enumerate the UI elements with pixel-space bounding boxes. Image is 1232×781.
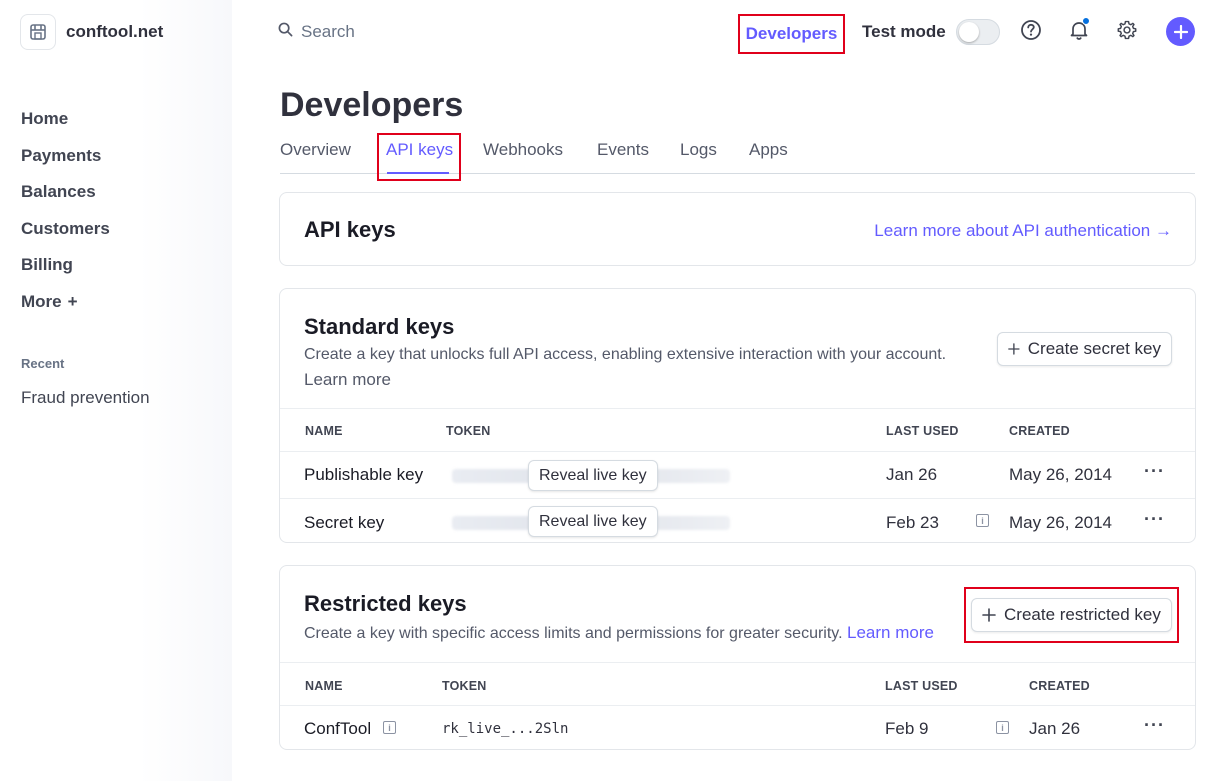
restricted-keys-title: Restricted keys: [304, 591, 467, 616]
search-placeholder: Search: [301, 22, 355, 41]
tab-highlight-box: [377, 133, 461, 181]
column-header-name: NAME: [305, 424, 343, 438]
reveal-live-key-button[interactable]: Reveal live key: [528, 506, 658, 537]
sidebar-item-balances[interactable]: Balances: [21, 174, 110, 211]
last-used: Jan 26: [886, 465, 938, 484]
restricted-keys-description: Create a key with specific access limits…: [304, 625, 843, 642]
sidebar: conftool.net Home Payments Balances Cust…: [0, 0, 232, 781]
api-keys-title: API keys: [304, 217, 396, 242]
tab-events[interactable]: Events: [597, 140, 649, 174]
brand-name: conftool.net: [66, 22, 164, 41]
sidebar-item-label: Balances: [21, 182, 96, 202]
sidebar-item-home[interactable]: Home: [21, 101, 110, 138]
key-name: ConfTool: [304, 719, 372, 738]
column-header-created: CREATED: [1029, 679, 1090, 693]
more-icon[interactable]: ···: [1144, 509, 1165, 530]
restricted-key-highlight-box: [964, 587, 1179, 643]
column-header-last-used: LAST USED: [885, 679, 958, 693]
test-mode-control: Test mode: [862, 19, 1000, 45]
learn-more-api-auth-link[interactable]: Learn more about API authentication →: [874, 221, 1172, 241]
last-used: Feb 9: [885, 719, 929, 738]
created-date: May 26, 2014: [1009, 513, 1113, 532]
api-keys-card: API keys Learn more about API authentica…: [279, 192, 1196, 266]
plus-icon: [1008, 343, 1020, 355]
plus-icon: +: [67, 291, 78, 311]
developers-label: Developers: [745, 24, 838, 43]
brand[interactable]: conftool.net: [20, 14, 163, 50]
create-secret-key-label: Create secret key: [1027, 339, 1161, 358]
reveal-live-key-button[interactable]: Reveal live key: [528, 460, 658, 491]
sidebar-nav: Home Payments Balances Customers Billing…: [21, 101, 110, 320]
info-icon[interactable]: i: [976, 514, 989, 527]
divider: [280, 498, 1195, 499]
column-header-token: TOKEN: [446, 424, 491, 438]
restricted-keys-description-line: Create a key with specific access limits…: [304, 623, 934, 643]
column-header-created: CREATED: [1009, 424, 1070, 438]
standard-keys-learn-more-link[interactable]: Learn more: [304, 370, 391, 390]
create-plus-button[interactable]: [1166, 17, 1195, 46]
column-header-token: TOKEN: [442, 679, 487, 693]
key-name: Publishable key: [304, 465, 424, 484]
tab-overview[interactable]: Overview: [280, 140, 351, 174]
created-date: May 26, 2014: [1009, 465, 1113, 484]
plus-icon: [1173, 24, 1188, 39]
standard-keys-title: Standard keys: [304, 314, 455, 339]
gear-icon[interactable]: [1115, 18, 1139, 42]
sidebar-item-label: Billing: [21, 255, 73, 275]
column-header-name: NAME: [305, 679, 343, 693]
sidebar-item-payments[interactable]: Payments: [21, 138, 110, 175]
standard-keys-description: Create a key that unlocks full API acces…: [304, 346, 947, 363]
recent-section-label: Recent: [21, 356, 65, 371]
more-icon[interactable]: ···: [1144, 461, 1165, 482]
developers-link[interactable]: Developers: [738, 14, 845, 54]
created-date: Jan 26: [1029, 719, 1081, 738]
search-input[interactable]: Search: [278, 18, 578, 46]
page-title: Developers: [280, 86, 464, 124]
divider: [280, 408, 1195, 409]
sidebar-item-label: Customers: [21, 218, 110, 238]
info-icon[interactable]: i: [383, 721, 396, 734]
more-icon[interactable]: ···: [1144, 715, 1165, 736]
bell-icon[interactable]: [1067, 17, 1091, 42]
last-used: Feb 23: [886, 513, 939, 532]
test-mode-label: Test mode: [862, 22, 946, 41]
tab-apps[interactable]: Apps: [749, 140, 788, 174]
sidebar-item-more[interactable]: More +: [21, 284, 110, 321]
help-icon[interactable]: [1019, 18, 1043, 42]
sidebar-item-billing[interactable]: Billing: [21, 247, 110, 284]
divider: [280, 451, 1195, 452]
sidebar-item-label: Home: [21, 109, 69, 129]
sidebar-item-customers[interactable]: Customers: [21, 211, 110, 248]
tab-webhooks[interactable]: Webhooks: [483, 140, 563, 174]
sidebar-item-label: More: [21, 291, 62, 311]
key-token: rk_live_...2Sln: [442, 721, 569, 737]
tab-logs[interactable]: Logs: [680, 140, 717, 174]
restricted-keys-learn-more-link[interactable]: Learn more: [847, 623, 934, 642]
standard-keys-card: Standard keys Create a key that unlocks …: [279, 288, 1196, 543]
test-mode-toggle[interactable]: [955, 19, 1000, 45]
recent-item-fraud-prevention[interactable]: Fraud prevention: [21, 388, 150, 408]
divider: [280, 705, 1195, 706]
column-header-last-used: LAST USED: [886, 424, 959, 438]
search-icon: [278, 22, 293, 42]
sidebar-item-label: Payments: [21, 145, 102, 165]
info-icon[interactable]: i: [996, 721, 1009, 734]
key-name: Secret key: [304, 513, 385, 532]
toggle-knob: [958, 22, 979, 42]
divider: [280, 662, 1195, 663]
store-icon: [20, 14, 56, 50]
notification-dot: [1082, 17, 1090, 25]
create-secret-key-button[interactable]: Create secret key: [997, 332, 1172, 366]
